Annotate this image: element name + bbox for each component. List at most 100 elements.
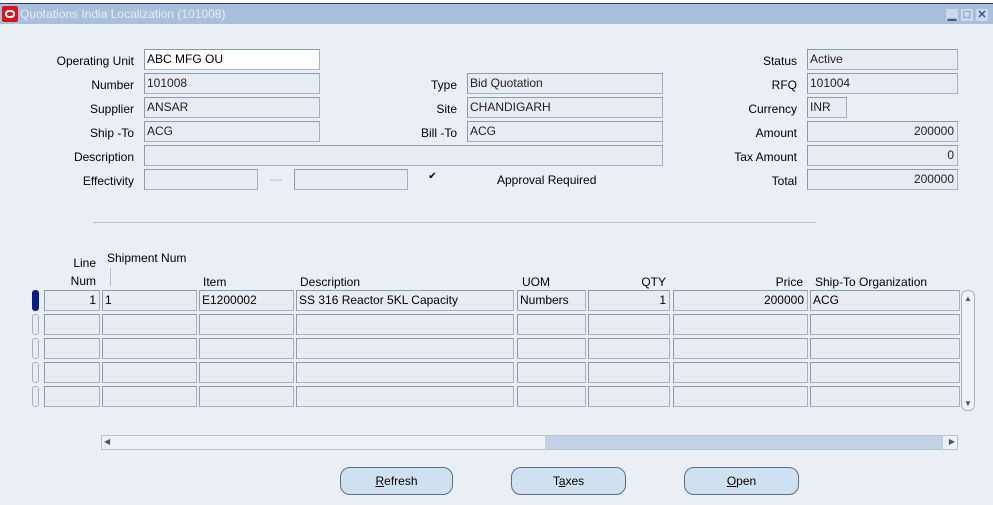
cell-price[interactable] [673,338,808,359]
cell-ship-to-org[interactable] [810,362,960,383]
cell-ship-to-org[interactable] [810,386,960,407]
number-field[interactable]: 101008 [144,73,320,94]
cell-price[interactable] [673,362,808,383]
cell-description[interactable] [296,338,514,359]
cell-item[interactable] [199,338,294,359]
col-line-num-1: Line [73,256,96,270]
cell-item[interactable] [199,386,294,407]
cell-shipment-num[interactable]: 1 [102,290,197,311]
close-icon[interactable]: ✕ [976,9,988,21]
cell-item[interactable] [199,362,294,383]
bill-to-label: Bill -To [420,126,457,140]
col-qty: QTY [641,275,666,289]
scroll-left-icon[interactable]: ◀ [104,437,110,446]
col-shipment-num: Shipment Num [107,251,187,265]
amount-label: Amount [755,126,797,140]
horizontal-scrollbar[interactable]: ◀ ▶ [101,435,958,450]
refresh-button[interactable]: Refresh [340,467,453,495]
cell-ship-to-org[interactable]: ACG [810,290,960,311]
cell-item[interactable]: E1200002 [199,290,294,311]
vertical-scrollbar[interactable]: ▲ ▼ [961,290,975,411]
cell-uom[interactable] [517,338,586,359]
cell-qty[interactable] [588,386,670,407]
col-shipment-divider [110,268,111,286]
scroll-up-icon[interactable]: ▲ [964,294,972,303]
open-label: pen [736,474,757,488]
cell-price[interactable]: 200000 [673,290,808,311]
cell-shipment-num[interactable] [102,314,197,335]
scroll-right-icon[interactable]: ▶ [949,437,955,446]
effectivity-from-field[interactable] [144,169,258,190]
minimize-icon[interactable]: ▁ [946,9,958,21]
total-label: Total [771,174,797,188]
cell-qty[interactable] [588,314,670,335]
bill-to-field[interactable]: ACG [467,121,663,142]
cell-line-num[interactable] [44,338,100,359]
status-field[interactable]: Active [807,49,958,70]
rfq-field[interactable]: 101004 [807,73,958,94]
col-price: Price [775,275,803,289]
currency-label: Currency [748,102,797,116]
cell-ship-to-org[interactable] [810,314,960,335]
cell-ship-to-org[interactable] [810,338,960,359]
maximize-icon[interactable]: □ [961,9,973,21]
row-indicator[interactable] [32,314,39,335]
cell-uom[interactable] [517,362,586,383]
open-button[interactable]: Open [684,467,799,495]
cell-qty[interactable]: 1 [588,290,670,311]
currency-field[interactable]: INR [807,97,847,118]
supplier-field[interactable]: ANSAR [144,97,320,118]
oracle-logo-icon [2,6,18,22]
row-indicator[interactable] [32,386,39,407]
cell-description[interactable] [296,314,514,335]
amount-field[interactable]: 200000 [807,121,958,142]
title-bar: Quotations India Localization (101008) ▁… [0,4,993,24]
cell-item[interactable] [199,314,294,335]
scroll-down-icon[interactable]: ▼ [964,399,972,408]
type-field[interactable]: Bid Quotation [467,73,663,94]
cell-price[interactable] [673,314,808,335]
cell-shipment-num[interactable] [102,338,197,359]
cell-uom[interactable] [517,386,586,407]
site-field[interactable]: CHANDIGARH [467,97,663,118]
row-indicator[interactable] [32,290,39,311]
operating-unit-field[interactable]: ABC MFG OU [144,49,320,70]
cell-line-num[interactable]: 1 [44,290,100,311]
tax-amount-label: Tax Amount [734,150,797,164]
taxes-button[interactable]: Taxes [511,467,626,495]
cell-price[interactable] [673,386,808,407]
cell-qty[interactable] [588,362,670,383]
row-indicator[interactable] [32,338,39,359]
cell-uom[interactable] [517,314,586,335]
cell-line-num[interactable] [44,386,100,407]
col-line-num-2: Num [70,274,96,288]
description-field[interactable] [144,145,663,166]
tax-amount-field[interactable]: 0 [807,145,958,166]
refresh-mnemonic: R [375,474,385,488]
operating-unit-label: Operating Unit [56,54,134,68]
cell-qty[interactable] [588,338,670,359]
cell-description[interactable]: SS 316 Reactor 5KL Capacity [296,290,514,311]
ship-to-field[interactable]: ACG [144,121,320,142]
approval-required-label: Approval Required [497,173,597,187]
row-indicator[interactable] [32,362,39,383]
cell-description[interactable] [296,386,514,407]
cell-shipment-num[interactable] [102,362,197,383]
cell-line-num[interactable] [44,314,100,335]
cell-shipment-num[interactable] [102,386,197,407]
effectivity-to-field[interactable] [294,169,408,190]
cell-description[interactable] [296,362,514,383]
scroll-track[interactable] [545,436,943,449]
approval-required-checkbox[interactable]: ✔ [427,172,438,183]
cell-uom[interactable]: Numbers [517,290,586,311]
supplier-label: Supplier [89,102,134,116]
window-title: Quotations India Localization (101008) [20,7,226,21]
section-divider [93,222,816,223]
col-ship-to-org: Ship-To Organization [815,275,928,289]
total-field[interactable]: 200000 [807,169,958,190]
type-label: Type [430,78,457,92]
effectivity-label: Effectivity [82,174,134,188]
rfq-label: RFQ [771,78,797,92]
col-item: Item [203,275,227,289]
cell-line-num[interactable] [44,362,100,383]
